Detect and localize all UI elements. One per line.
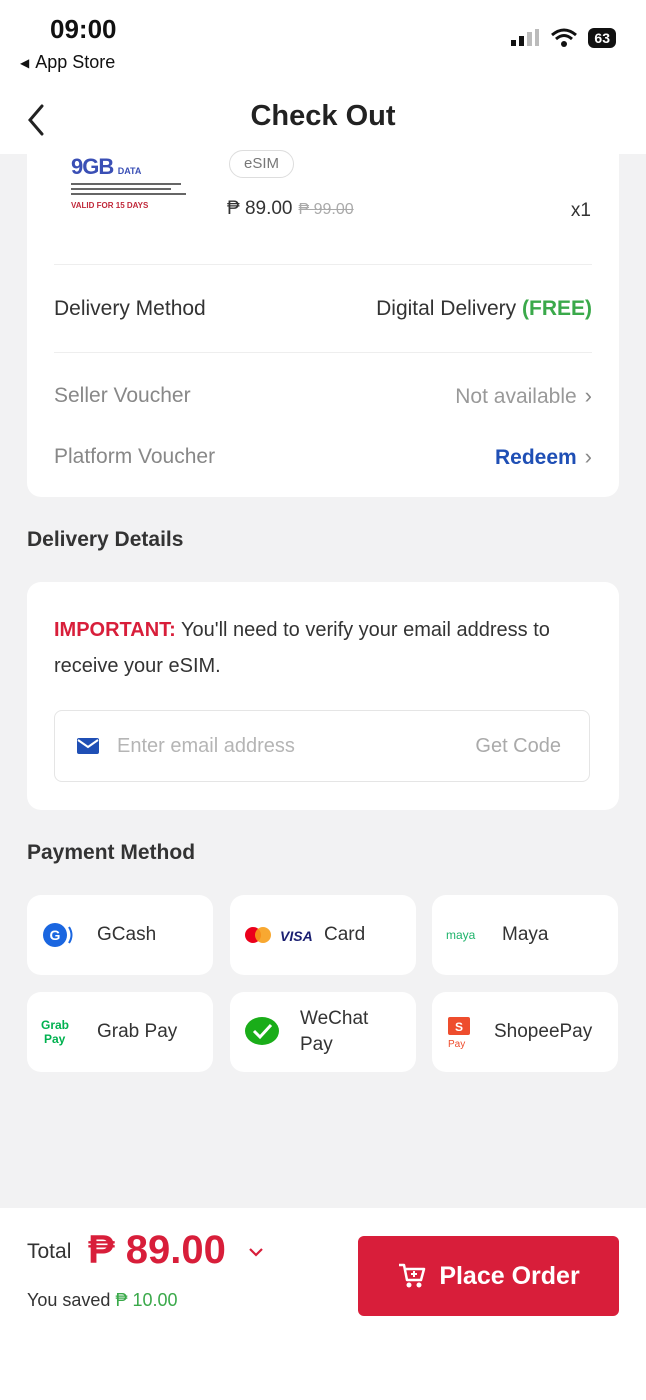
delivery-method-value: Digital Delivery (FREE) — [376, 297, 592, 320]
total-amount: ₱ 89.00 — [88, 1228, 226, 1272]
get-code-button[interactable]: Get Code — [475, 735, 561, 758]
shopeepay-icon: S Pay — [446, 1015, 486, 1049]
seller-voucher-row[interactable]: Seller Voucher Not available › — [54, 381, 592, 411]
important-label: IMPORTANT: — [54, 619, 176, 641]
payment-option-card[interactable]: VISA Card — [230, 895, 416, 975]
wifi-icon — [551, 28, 578, 47]
svg-text:maya: maya — [446, 928, 476, 942]
svg-text:S: S — [455, 1020, 463, 1034]
payment-option-label: GCash — [97, 924, 157, 945]
back-app-label: App Store — [35, 52, 116, 72]
platform-voucher-row[interactable]: Platform Voucher Redeem › — [54, 442, 592, 472]
battery-icon: 63 — [588, 28, 616, 48]
gcash-icon: G — [41, 920, 89, 950]
payment-method-title: Payment Method — [27, 841, 196, 864]
status-time: 09:00 — [50, 14, 117, 44]
saved-amount: You saved ₱ 10.00 — [27, 1290, 178, 1310]
svg-text:Grab: Grab — [41, 1018, 69, 1032]
divider — [54, 264, 592, 265]
mail-icon — [77, 738, 99, 754]
payment-option-label: WeChat Pay — [300, 1008, 369, 1055]
chevron-right-icon: › — [584, 444, 592, 469]
original-price: ₱ 99.00 — [298, 201, 354, 218]
payment-option-label: Grab Pay — [97, 1021, 178, 1042]
delivery-method-row: Delivery Method Digital Delivery (FREE) — [54, 294, 592, 324]
wechat-pay-icon — [244, 1016, 292, 1048]
delivery-method-label: Delivery Method — [54, 297, 206, 320]
product-price: ₱ 89.00 ₱ 99.00 — [227, 198, 354, 219]
product-quantity: x1 — [570, 200, 591, 221]
order-summary-card: 9GB DATA VALID FOR 15 DAYS eSIM ₱ 89.00 ₱… — [27, 150, 619, 497]
delivery-details-card: IMPORTANT: You'll need to verify your em… — [27, 582, 619, 810]
seller-voucher-value: Not available — [455, 385, 577, 408]
payment-option-label: Maya — [502, 924, 549, 945]
divider — [54, 352, 592, 353]
svg-text:Pay: Pay — [448, 1039, 465, 1049]
back-triangle-icon: ◀ — [20, 55, 30, 70]
email-input[interactable] — [117, 734, 476, 758]
payment-option-shopeepay[interactable]: S Pay ShopeePay — [432, 992, 618, 1072]
platform-voucher-label: Platform Voucher — [54, 445, 216, 468]
card-icon: VISA — [244, 923, 316, 947]
esim-tag: eSIM — [229, 150, 295, 178]
status-bar: 09:00 ◀ App Store 63 — [0, 0, 646, 90]
signal-icon — [511, 29, 540, 46]
payment-option-label: ShopeePay — [494, 1021, 593, 1042]
email-field-box: Get Code — [54, 710, 590, 782]
total-label: Total — [27, 1240, 72, 1263]
checkout-footer: Total ₱ 89.00 You saved ₱ 10.00 Place Or… — [0, 1208, 646, 1400]
payment-option-label: Card — [324, 924, 366, 945]
maya-icon: maya — [446, 925, 494, 945]
checkout-header: Check Out — [0, 90, 646, 154]
status-icons: 63 — [510, 28, 616, 48]
seller-voucher-label: Seller Voucher — [54, 384, 191, 407]
cart-icon — [399, 1263, 426, 1288]
back-to-app-store[interactable]: ◀ App Store — [20, 52, 115, 73]
payment-option-wechat-pay[interactable]: WeChat Pay — [230, 992, 416, 1072]
delivery-details-title: Delivery Details — [27, 528, 184, 551]
chevron-right-icon: › — [584, 383, 592, 408]
chevron-down-icon[interactable] — [248, 1242, 264, 1263]
redeem-link[interactable]: Redeem — [495, 446, 577, 469]
product-image: 9GB DATA VALID FOR 15 DAYS — [71, 154, 201, 216]
payment-option-gcash[interactable]: G GCash — [27, 895, 213, 975]
place-order-button[interactable]: Place Order — [358, 1236, 619, 1316]
place-order-label: Place Order — [439, 1261, 580, 1290]
grabpay-icon: Grab Pay — [41, 1017, 89, 1047]
page-title: Check Out — [250, 100, 396, 132]
svg-text:Pay: Pay — [44, 1032, 66, 1046]
svg-text:G: G — [50, 927, 61, 943]
email-verify-notice: IMPORTANT: You'll need to verify your em… — [54, 619, 550, 677]
svg-text:VISA: VISA — [280, 928, 313, 944]
payment-option-maya[interactable]: maya Maya — [432, 895, 618, 975]
payment-option-grabpay[interactable]: Grab Pay Grab Pay — [27, 992, 213, 1072]
